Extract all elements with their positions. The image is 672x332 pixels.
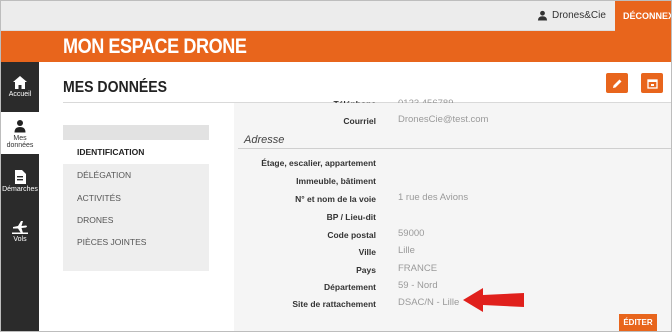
menu-item-drones[interactable]: DRONES (77, 215, 113, 225)
menu-item-pieces-jointes[interactable]: PIÈCES JOINTES (77, 237, 146, 247)
field-label: Ville (358, 247, 376, 257)
field-value: Lille (398, 245, 415, 256)
left-nav: Accueil Mes données Démarches Vols (1, 62, 39, 331)
document-icon (15, 170, 26, 184)
field-label: N° et nom de la voie (295, 194, 376, 204)
field-label: Étage, escalier, appartement (261, 158, 376, 168)
menu-item-activites[interactable]: ACTIVITÉS (77, 193, 121, 203)
calendar-icon-button[interactable] (641, 73, 663, 93)
home-icon (13, 76, 27, 89)
field-label: Département (324, 282, 376, 292)
divider (238, 148, 671, 149)
nav-label: Démarches (2, 186, 38, 193)
nav-label: Vols (13, 236, 27, 243)
section-menu-header (63, 125, 209, 140)
edit-icon-button[interactable] (606, 73, 628, 93)
arrow-left-icon (463, 288, 524, 312)
field-label: BP / Lieu-dit (326, 212, 376, 222)
field-value: DronesCie@test.com (398, 114, 489, 125)
field-value: 59 - Nord (398, 280, 438, 291)
field-value: DSAC/N - Lille (398, 297, 460, 308)
nav-item-accueil[interactable]: Accueil (1, 72, 39, 108)
field-label: Immeuble, bâtiment (296, 176, 376, 186)
plane-icon (12, 221, 28, 234)
field-value: 59000 (398, 228, 425, 239)
field-value: 1 rue des Avions (398, 192, 469, 203)
app-banner: MON ESPACE DRONE (1, 31, 671, 62)
logout-button[interactable]: DÉCONNEXION (615, 1, 671, 31)
field-label: Courriel (343, 116, 376, 126)
field-label: Site de rattachement (292, 299, 376, 309)
menu-item-delegation[interactable]: DÉLÉGATION (77, 170, 131, 180)
username-label: Drones&Cie (552, 10, 606, 21)
nav-item-vols[interactable]: Vols (1, 216, 39, 252)
section-title: Adresse (244, 134, 285, 146)
calendar-icon (646, 78, 658, 89)
pencil-icon (612, 79, 621, 88)
edit-button[interactable]: ÉDITER (619, 314, 657, 331)
app-title: MON ESPACE DRONE (63, 35, 247, 58)
nav-item-mes-donnees[interactable]: Mes données (1, 112, 39, 154)
user-icon (14, 120, 26, 133)
nav-item-demarches[interactable]: Démarches (1, 166, 39, 202)
field-label: Code postal (327, 230, 376, 240)
user-menu[interactable]: Drones&Cie (537, 10, 606, 21)
nav-label: Accueil (8, 91, 32, 98)
scroll-mask (234, 103, 671, 111)
nav-label: Mes données (6, 135, 34, 149)
field-value: FRANCE (398, 263, 438, 274)
user-icon (537, 10, 548, 21)
menu-item-identification[interactable]: IDENTIFICATION (77, 147, 144, 157)
page-title: MES DONNÉES (63, 79, 168, 96)
app-window: Drones&Cie DÉCONNEXION MON ESPACE DRONE … (0, 0, 672, 332)
field-label: Pays (356, 265, 376, 275)
